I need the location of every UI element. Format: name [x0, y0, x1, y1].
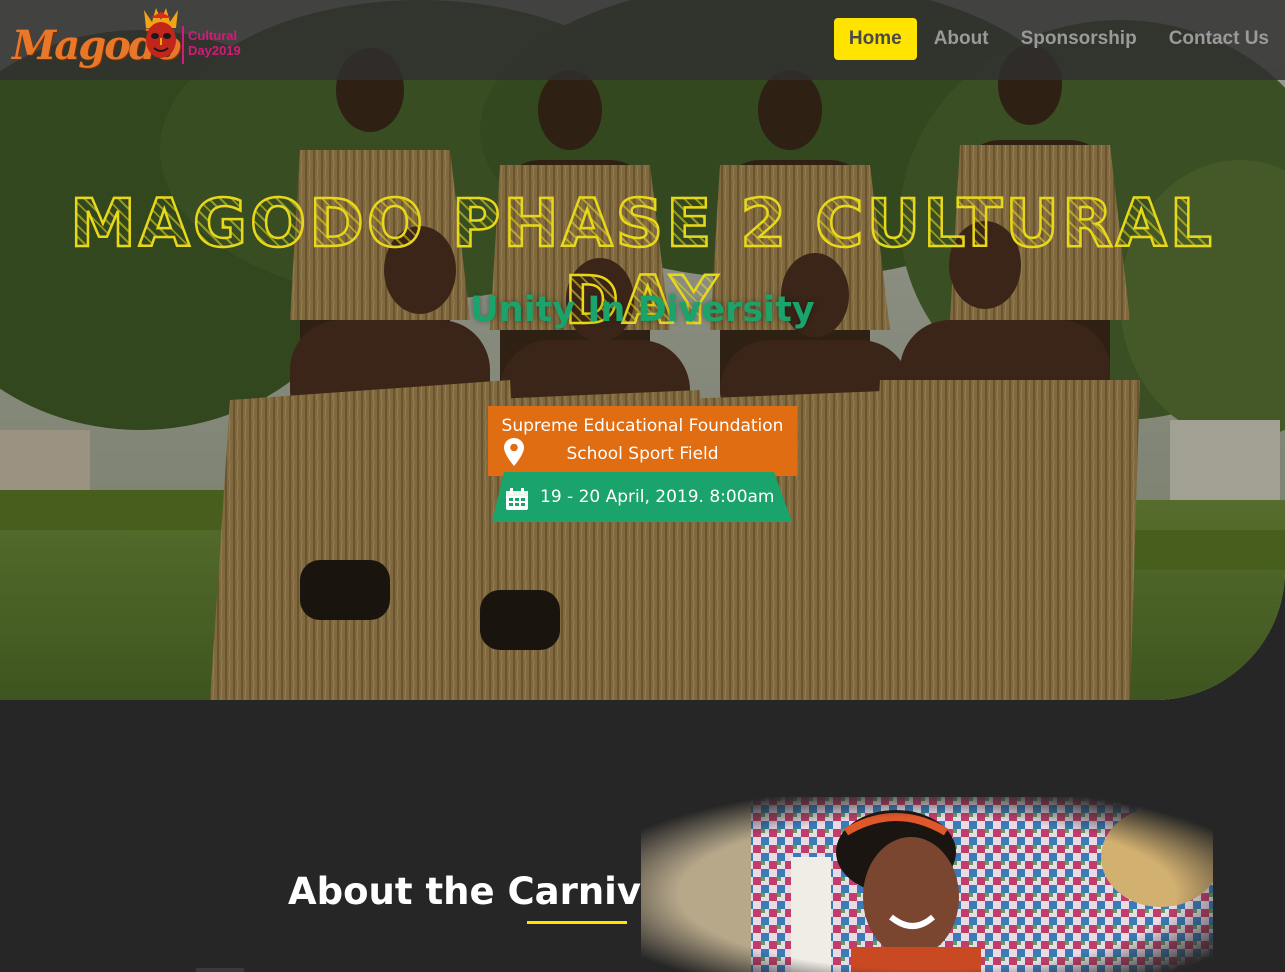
- logo-divider: [182, 26, 184, 64]
- hero-subtitle: Unity In Diversity: [470, 290, 815, 330]
- calendar-icon: [506, 488, 528, 514]
- logo-subtitle-line-2: Day2019: [188, 43, 241, 58]
- main-nav: Home About Sponsorship Contact Us: [833, 18, 1285, 60]
- event-date: 19 - 20 April, 2019. 8:00am: [540, 487, 775, 507]
- location-pin-icon: [504, 438, 524, 470]
- hero-overlay: [0, 0, 1285, 700]
- nav-sponsorship[interactable]: Sponsorship: [1005, 18, 1153, 60]
- logo-subtitle-line-1: Cultural: [188, 28, 238, 43]
- scroll-indicator: [196, 968, 244, 972]
- mask-icon: [140, 8, 182, 64]
- venue-line-1: Supreme Educational Foundation: [501, 416, 784, 436]
- about-title-underline: [527, 921, 627, 924]
- about-image: [641, 797, 1213, 972]
- date-badge: 19 - 20 April, 2019. 8:00am: [492, 472, 792, 522]
- nav-home[interactable]: Home: [833, 18, 917, 60]
- hero-section: MAGODO PHASE 2 CULTURAL DAY Unity In Div…: [0, 0, 1285, 700]
- about-title: About the Carnival: [288, 870, 679, 913]
- navbar: Magodo Cultural Day2019 Home About Spons…: [0, 0, 1285, 80]
- nav-contact-us[interactable]: Contact Us: [1153, 18, 1285, 60]
- venue-badge: Supreme Educational Foundation School Sp…: [488, 406, 797, 476]
- venue-text: Supreme Educational Foundation School Sp…: [488, 412, 797, 468]
- venue-line-2: School Sport Field: [566, 444, 719, 464]
- site-logo[interactable]: Magodo Cultural Day2019: [12, 8, 242, 74]
- nav-about[interactable]: About: [918, 18, 1005, 60]
